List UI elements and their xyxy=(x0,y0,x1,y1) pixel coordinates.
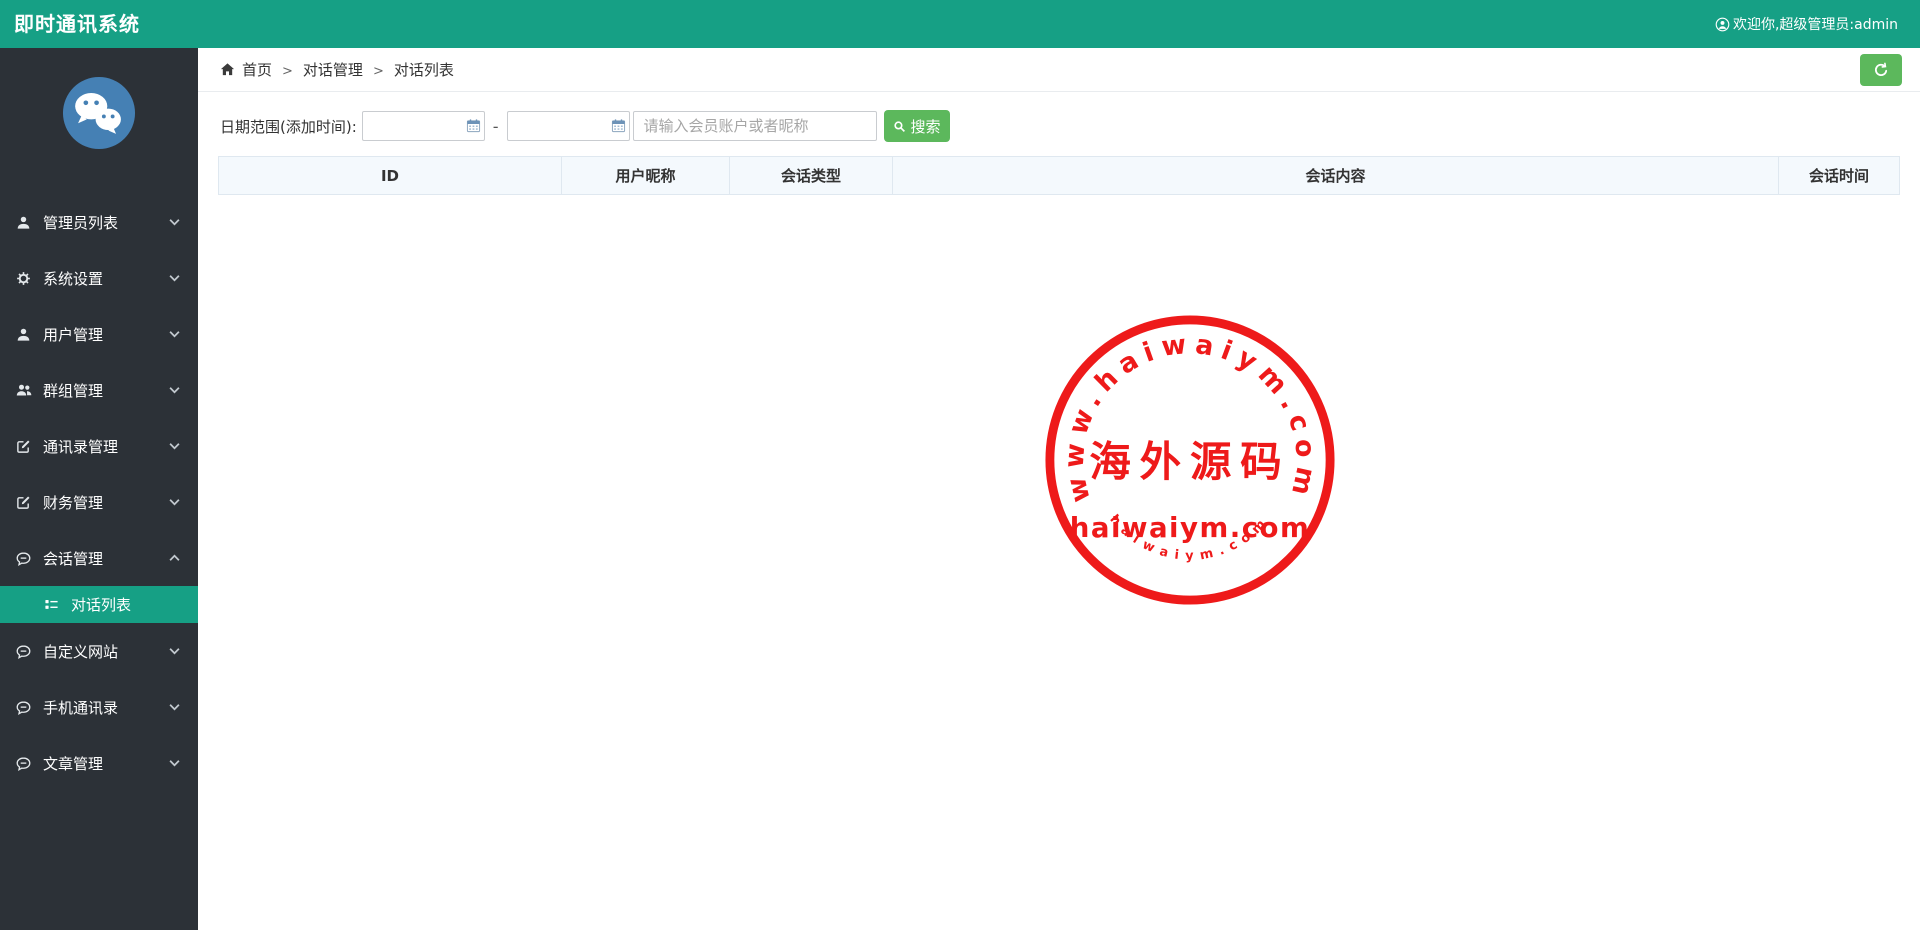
main-content: 首页 > 对话管理 > 对话列表 日期范围(添加时间): - 请输入会员账户或者… xyxy=(198,48,1920,937)
svg-text:www.haiwaiym.com: www.haiwaiym.com xyxy=(1059,328,1322,505)
search-button[interactable]: 搜索 xyxy=(883,110,950,142)
column-header: 会话时间 xyxy=(1777,156,1901,195)
breadcrumb-separator: > xyxy=(372,64,384,79)
refresh-button[interactable] xyxy=(1860,54,1902,86)
chevron-down-icon xyxy=(169,703,180,711)
edit-icon xyxy=(16,495,34,510)
chevron-down-icon xyxy=(169,330,180,338)
sidebar-item-label: 会话管理 xyxy=(43,549,104,568)
stamp-center-en-text: haiwaiym.com xyxy=(1070,511,1310,544)
app-title: 即时通讯系统 xyxy=(14,12,140,36)
chevron-down-icon xyxy=(169,218,180,226)
home-icon xyxy=(220,62,235,77)
column-header: 会话类型 xyxy=(729,156,894,195)
sidebar-subitem-对话列表[interactable]: 对话列表 xyxy=(0,586,198,623)
haiwaiym-watermark-stamp: www.haiwaiym.com 海外源码 haiwaiym.com haiwa… xyxy=(1045,315,1335,605)
search-button-label: 搜索 xyxy=(910,118,941,136)
sidebar: 管理员列表 系统设置 用户管理 群组管理 通讯录管理 财务管理 会话管理 对话列… xyxy=(0,48,198,930)
sidebar-menu: 管理员列表 系统设置 用户管理 群组管理 通讯录管理 财务管理 会话管理 对话列… xyxy=(0,194,198,791)
date-range-dash: - xyxy=(492,116,499,136)
column-header: ID xyxy=(218,156,562,195)
stamp-bottom-arc-text: haiwaiym.com xyxy=(1107,512,1267,564)
list-icon xyxy=(44,597,61,612)
edit-icon xyxy=(16,439,34,454)
sidebar-item-7[interactable]: 会话管理 xyxy=(0,530,198,586)
user-icon xyxy=(16,327,34,342)
welcome-text: 欢迎你,超级管理员:admin xyxy=(1715,0,1898,48)
chevron-down-icon xyxy=(169,386,180,394)
sidebar-item-6[interactable]: 财务管理 xyxy=(0,474,198,530)
sidebar-item-5[interactable]: 通讯录管理 xyxy=(0,418,198,474)
sidebar-item-label: 手机通讯录 xyxy=(43,698,119,717)
sidebar-item-2[interactable]: 系统设置 xyxy=(0,250,198,306)
sidebar-item-label: 财务管理 xyxy=(43,493,104,512)
users-icon xyxy=(16,382,34,398)
stamp-center-cn-text: 海外源码 xyxy=(1089,437,1290,486)
gear-icon xyxy=(16,271,34,286)
sidebar-item-label: 自定义网站 xyxy=(43,642,119,661)
search-icon xyxy=(893,120,906,133)
sidebar-item-label: 群组管理 xyxy=(43,381,104,400)
app-header: 即时通讯系统 欢迎你,超级管理员:admin xyxy=(0,0,1920,48)
chevron-down-icon xyxy=(169,274,180,282)
svg-text:haiwaiym.com: haiwaiym.com xyxy=(1107,512,1274,564)
chevron-down-icon xyxy=(169,442,180,450)
sidebar-item-label: 管理员列表 xyxy=(43,213,119,232)
stamp-top-arc-text: www.haiwaiym.com xyxy=(1059,328,1314,505)
breadcrumb: 首页 > 对话管理 > 对话列表 xyxy=(198,48,1920,92)
keyword-input[interactable] xyxy=(632,111,877,141)
sidebar-item-3[interactable]: 用户管理 xyxy=(0,306,198,362)
welcome-label: 欢迎你,超级管理员:admin xyxy=(1732,17,1898,33)
sidebar-item-10[interactable]: 文章管理 xyxy=(0,735,198,791)
chevron-up-icon xyxy=(169,554,180,562)
comment-icon xyxy=(16,551,34,566)
sidebar-item-label: 用户管理 xyxy=(43,325,104,344)
breadcrumb-item-3: 对话列表 xyxy=(393,61,454,79)
breadcrumb-separator: > xyxy=(282,64,293,79)
column-header: 会话内容 xyxy=(892,156,1779,195)
comment-icon xyxy=(16,644,34,659)
sidebar-item-9[interactable]: 手机通讯录 xyxy=(0,679,198,735)
comment-icon xyxy=(16,756,34,771)
sidebar-item-label: 文章管理 xyxy=(43,754,104,773)
sidebar-item-4[interactable]: 群组管理 xyxy=(0,362,198,418)
wechat-logo-icon xyxy=(62,76,136,150)
calendar-icon[interactable] xyxy=(466,118,481,133)
comment-icon xyxy=(16,700,34,715)
breadcrumb-item-2[interactable]: 对话管理 xyxy=(303,61,363,79)
date-from-wrap xyxy=(361,111,485,141)
user-circle-icon xyxy=(1715,17,1730,32)
column-header: 用户昵称 xyxy=(560,156,731,195)
sidebar-item-label: 系统设置 xyxy=(43,269,104,288)
refresh-icon xyxy=(1873,62,1889,78)
sidebar-item-8[interactable]: 自定义网站 xyxy=(0,623,198,679)
chevron-down-icon xyxy=(169,498,180,506)
search-form: 日期范围(添加时间): - 请输入会员账户或者昵称 搜索 xyxy=(220,110,1920,142)
date-to-wrap xyxy=(506,111,630,141)
sidebar-item-label: 通讯录管理 xyxy=(43,437,119,456)
sidebar-item-1[interactable]: 管理员列表 xyxy=(0,194,198,250)
calendar-icon[interactable] xyxy=(611,118,626,133)
breadcrumb-item-1[interactable]: 首页 xyxy=(242,61,272,79)
date-range-label: 日期范围(添加时间): xyxy=(220,117,357,136)
conversation-table: ID 用户昵称 会话类型 会话内容 会话时间 xyxy=(218,156,1901,195)
chevron-down-icon xyxy=(169,759,180,767)
user-icon xyxy=(16,215,34,230)
sidebar-subitem-label: 对话列表 xyxy=(71,596,132,614)
chevron-down-icon xyxy=(169,647,180,655)
